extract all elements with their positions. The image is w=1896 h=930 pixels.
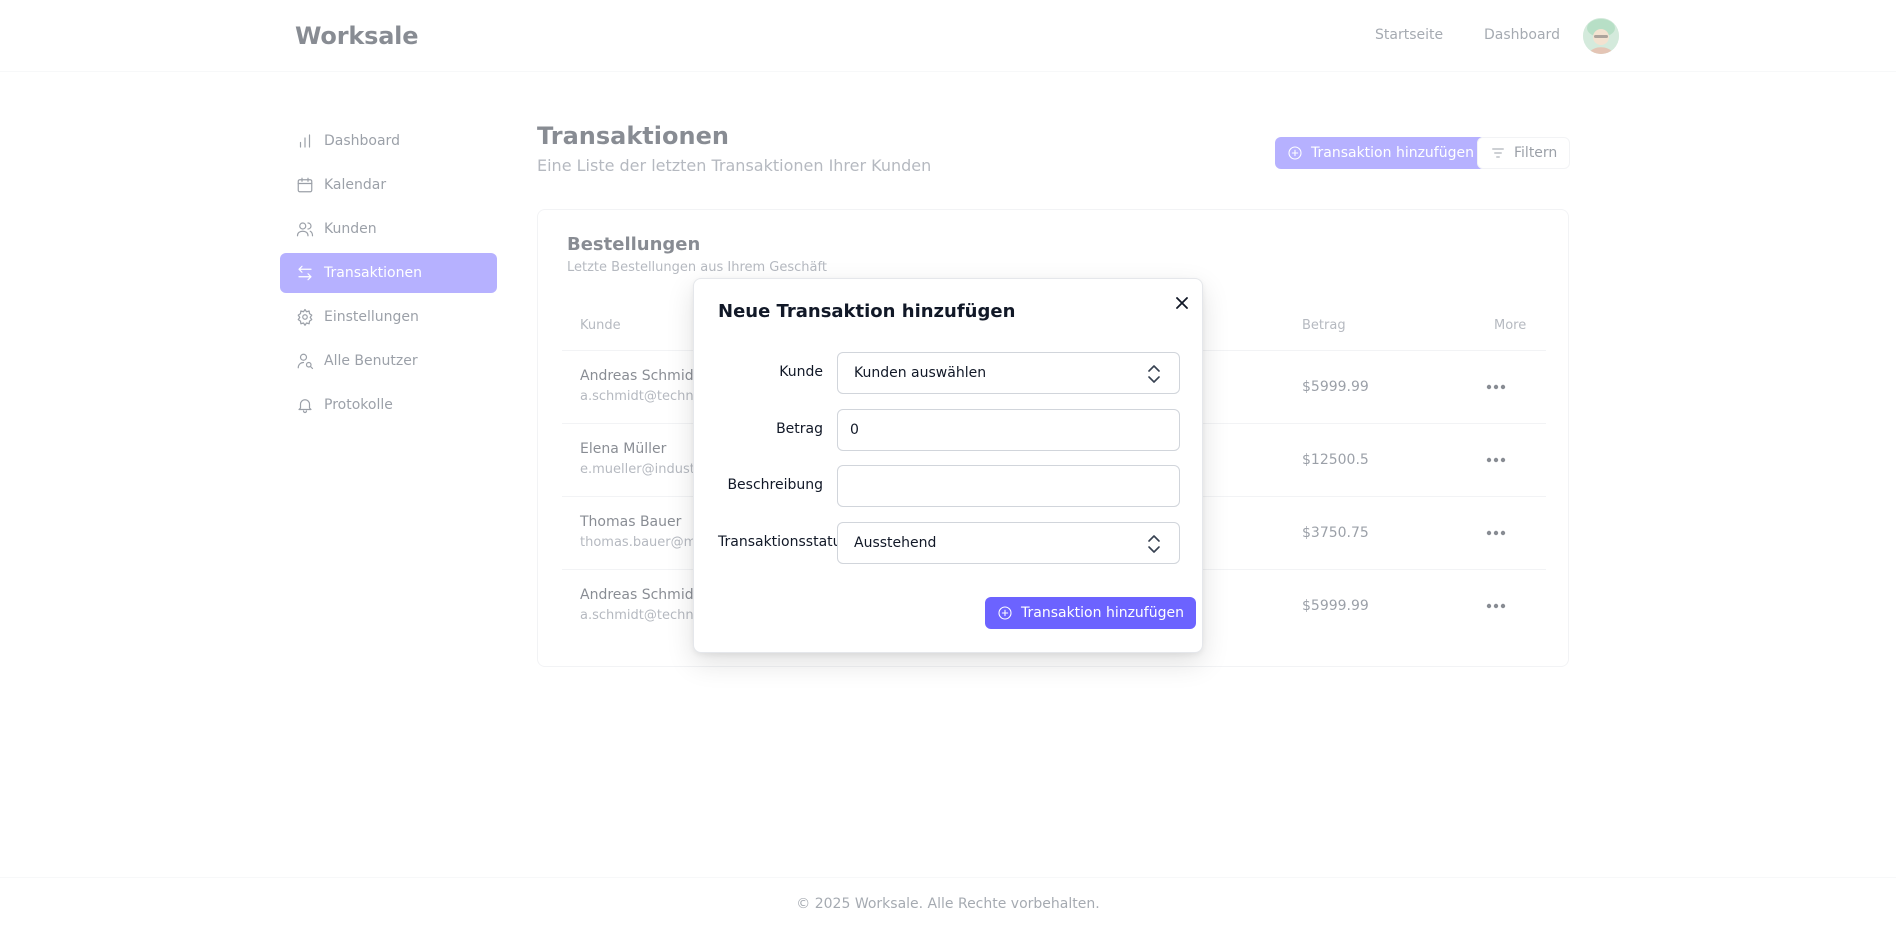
customer-field-label: Kunde	[779, 364, 823, 380]
amount-input[interactable]: 0	[837, 409, 1180, 451]
submit-transaction-label: Transaktion hinzufügen	[1021, 605, 1184, 621]
add-transaction-dialog: Neue Transaktion hinzufügen Kunde Kunden…	[693, 278, 1203, 653]
amount-field-label: Betrag	[776, 421, 823, 437]
amount-input-value: 0	[850, 422, 859, 438]
submit-transaction-button[interactable]: Transaktion hinzufügen	[985, 597, 1196, 629]
dialog-title: Neue Transaktion hinzufügen	[718, 301, 1016, 322]
chevron-up-down-icon	[1147, 364, 1161, 384]
status-select-value: Ausstehend	[854, 535, 937, 551]
description-field-label: Beschreibung	[727, 477, 823, 493]
customer-select[interactable]: Kunden auswählen	[837, 352, 1180, 394]
status-field-label: Transaktionsstatus	[718, 534, 849, 550]
status-select[interactable]: Ausstehend	[837, 522, 1180, 564]
chevron-up-down-icon	[1147, 534, 1161, 554]
close-button[interactable]	[1172, 293, 1192, 313]
close-icon	[1176, 297, 1188, 309]
plus-circle-icon	[997, 605, 1013, 621]
description-input[interactable]	[837, 465, 1180, 507]
customer-select-value: Kunden auswählen	[854, 365, 987, 381]
